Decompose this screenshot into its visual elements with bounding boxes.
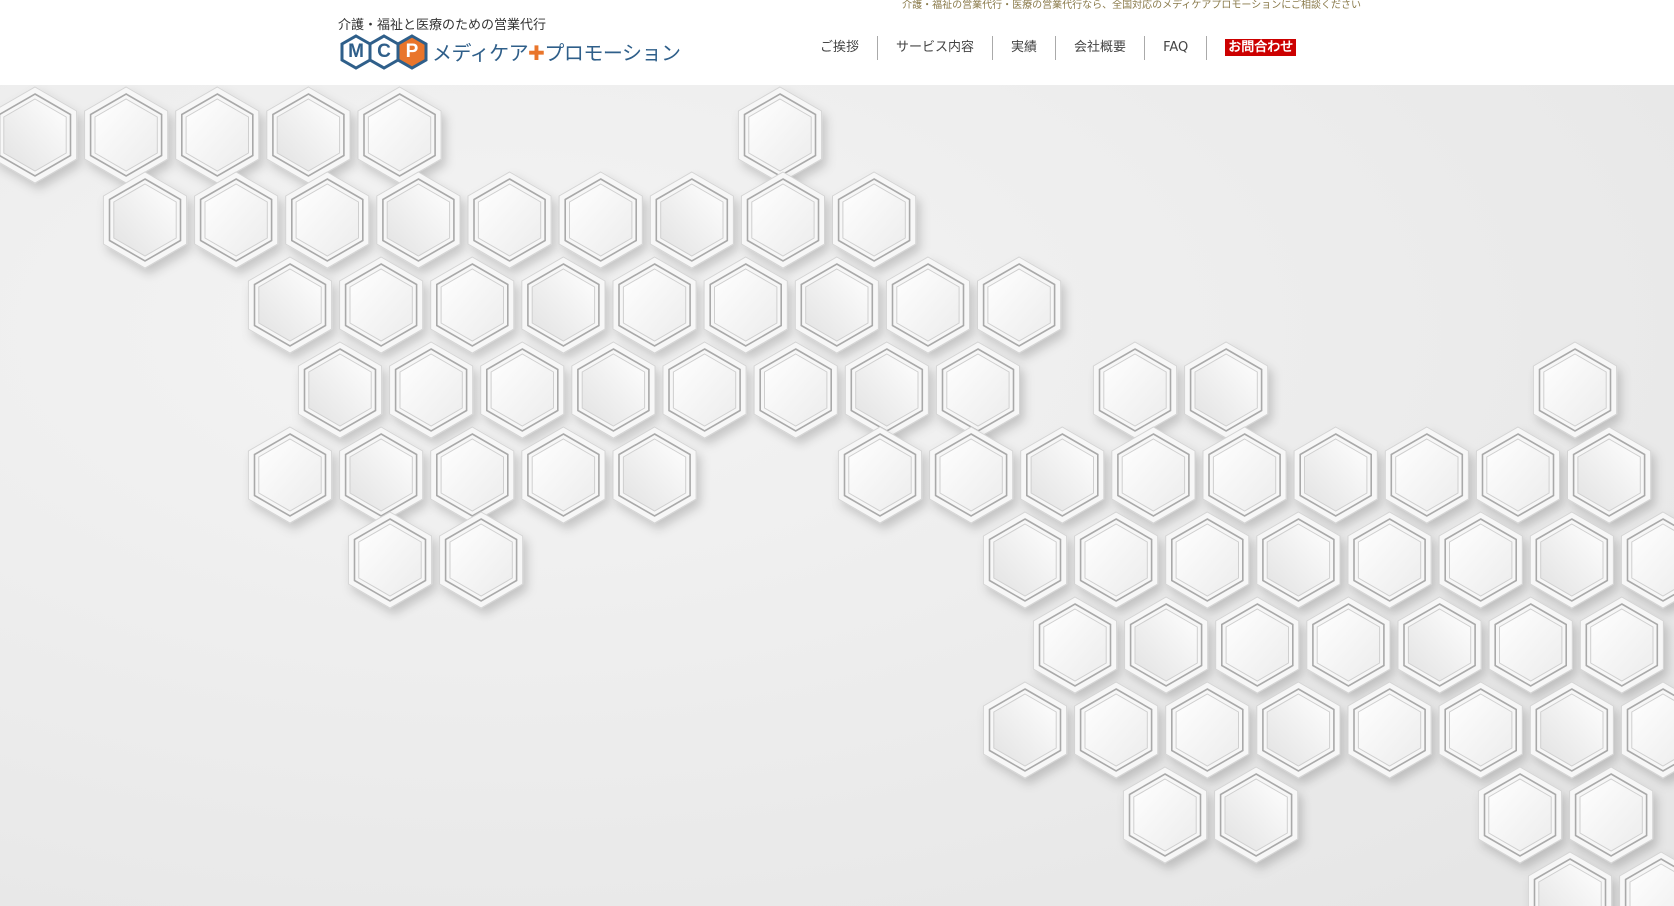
logo-brand-name: メディケア✚プロモーション bbox=[432, 37, 681, 66]
nav-item-results[interactable]: 実績 bbox=[992, 36, 1055, 60]
logo-hex-p: P bbox=[394, 34, 430, 70]
logo-plus-icon: ✚ bbox=[528, 41, 545, 65]
header-tagline: 介護・福祉と医療のための営業代行 bbox=[338, 18, 547, 33]
hero-image bbox=[0, 85, 1674, 906]
nav-item-company[interactable]: 会社概要 bbox=[1055, 36, 1144, 60]
contact-label: お問合わせ bbox=[1225, 39, 1297, 56]
nav-item-greeting[interactable]: ご挨拶 bbox=[806, 36, 877, 60]
nav-item-services[interactable]: サービス内容 bbox=[877, 36, 992, 60]
site-header: 介護・福祉の営業代行・医療の営業代行なら、全国対応のメディケアプロモーションにご… bbox=[0, 0, 1674, 85]
logo-letter-p: P bbox=[405, 41, 419, 62]
nav-item-faq[interactable]: FAQ bbox=[1144, 36, 1206, 60]
site-logo[interactable]: M C P メディケア✚プロモーション bbox=[338, 34, 681, 70]
main-nav: ご挨拶 サービス内容 実績 会社概要 FAQ お問合わせ bbox=[806, 36, 1314, 60]
logo-brand-before: メディケア bbox=[432, 41, 529, 65]
hexagon-pattern-icon bbox=[0, 85, 1674, 906]
nav-item-contact[interactable]: お問合わせ bbox=[1206, 36, 1314, 60]
header-top-note: 介護・福祉の営業代行・医療の営業代行なら、全国対応のメディケアプロモーションにご… bbox=[902, 0, 1361, 11]
logo-brand-after: プロモーション bbox=[544, 41, 681, 65]
